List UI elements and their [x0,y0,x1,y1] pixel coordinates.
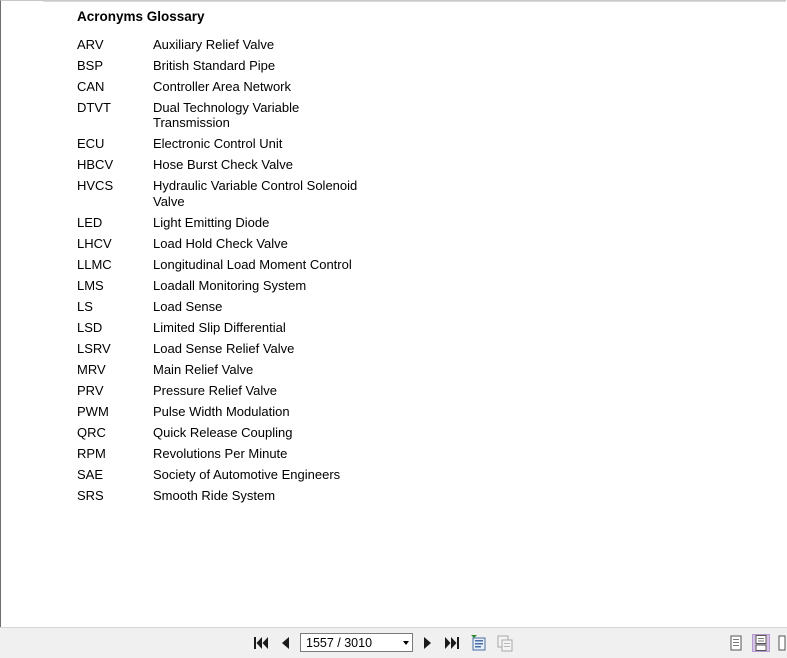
document-page: Acronyms Glossary ARV Auxiliary Relief Va… [0,0,786,627]
acronym-definition: Revolutions Per Minute [153,445,288,461]
go-to-page-icon [471,635,486,651]
last-page-icon [445,637,459,649]
page-top-edge [43,1,786,2]
glossary-row: LSRV Load Sense Relief Valve [77,341,397,356]
acronym-definition: Controller Area Network [153,79,291,94]
acronym-term: DTVT [77,100,111,115]
acronym-term: BSP [77,58,104,73]
acronym-definition: Hose Burst Check Valve [153,157,293,173]
acronym-definition: Loadall Monitoring System [153,277,307,293]
glossary-row: SRS Smooth Ride System [77,488,397,503]
last-page-button[interactable] [443,634,461,652]
acronym-term: LS [77,298,93,314]
acronym-term: CAN [77,79,105,94]
acronym-term: MRV [77,361,106,377]
glossary-row: RPM Revolutions Per Minute [77,446,397,461]
acronym-definition: Load Hold Check Valve [153,235,288,251]
acronym-definition: Longitudinal Load Moment Control [153,256,352,272]
acronym-term: RPM [77,445,106,461]
acronym-term: LED [77,214,103,230]
continuous-view-button[interactable] [752,634,770,652]
single-page-view-button[interactable] [727,634,745,652]
acronym-definition: Light Emitting Diode [153,214,270,230]
copy-page-icon [497,635,513,652]
glossary-title: Acronyms Glossary [77,9,205,24]
acronym-term: HVCS [77,178,114,194]
acronym-definition: Auxiliary Relief Valve [153,37,275,52]
acronym-definition: Electronic Control Unit [153,136,283,152]
glossary-row: MRV Main Relief Valve [77,362,397,377]
glossary-row: PRV Pressure Relief Valve [77,383,397,398]
acronym-definition: Hydraulic Variable Control Solenoid Valv… [153,178,358,209]
acronym-term: LSD [77,319,103,335]
acronym-definition: Quick Release Coupling [153,424,293,440]
acronym-definition: Society of Automotive Engineers [153,466,341,482]
acronym-term: HBCV [77,157,114,173]
acronym-definition: Load Sense Relief Valve [153,340,295,356]
first-page-icon [254,637,268,649]
acronym-term: ECU [77,136,105,152]
acronym-definition: Pulse Width Modulation [153,403,290,419]
glossary-list: ARV Auxiliary Relief Valve BSP British Stan… [77,37,397,509]
glossary-row: LLMC Longitudinal Load Moment Control [77,257,397,272]
previous-page-button[interactable] [276,634,294,652]
next-page-button[interactable] [419,634,437,652]
acronym-definition: Dual Technology Variable Transmission [153,100,300,131]
acronym-definition: Smooth Ride System [153,487,276,503]
glossary-row: LS Load Sense [77,299,397,314]
acronym-term: SRS [77,487,104,503]
glossary-row: SAE Society of Automotive Engineers [77,467,397,482]
acronym-term: SAE [77,466,104,482]
acronym-definition: Main Relief Valve [153,361,254,377]
glossary-row: HVCS Hydraulic Variable Control Solenoid … [77,178,397,209]
glossary-row: QRC Quick Release Coupling [77,425,397,440]
page-number-input[interactable]: 1557 / 3010 [300,633,413,652]
acronym-term: LLMC [77,256,112,272]
glossary-row: HBCV Hose Burst Check Valve [77,157,397,172]
acronym-term: QRC [77,424,106,440]
glossary-row: PWM Pulse Width Modulation [77,404,397,419]
first-page-button[interactable] [252,634,270,652]
document-viewer: Acronyms Glossary ARV Auxiliary Relief Va… [0,0,787,658]
acronym-definition: Limited Slip Differential [153,319,286,335]
glossary-row: CAN Controller Area Network [77,79,397,94]
glossary-row: LMS Loadall Monitoring System [77,278,397,293]
glossary-row: DTVT Dual Technology Variable Transmissio… [77,100,397,131]
page-number-value: 1557 / 3010 [306,635,373,650]
acronym-definition: Load Sense [153,298,223,314]
chevron-down-icon[interactable] [403,641,409,645]
continuous-view-icon [755,635,767,651]
facing-pages-view-icon [778,635,786,651]
copy-page-button[interactable] [496,634,514,652]
glossary-row: ARV Auxiliary Relief Valve [77,37,397,52]
next-page-icon [424,637,431,649]
acronym-definition: British Standard Pipe [153,58,276,73]
glossary-row: LHCV Load Hold Check Valve [77,236,397,251]
previous-page-icon [282,637,289,649]
facing-pages-view-button[interactable] [777,634,787,652]
acronym-term: ARV [77,37,104,52]
glossary-row: ECU Electronic Control Unit [77,136,397,151]
acronym-term: PRV [77,382,104,398]
acronym-term: PWM [77,403,109,419]
acronym-definition: Pressure Relief Valve [153,382,278,398]
navigation-toolbar: 1557 / 3010 [0,627,787,658]
acronym-term: LHCV [77,235,112,251]
glossary-row: LED Light Emitting Diode [77,215,397,230]
acronym-term: LMS [77,277,104,293]
acronym-term: LSRV [77,340,111,356]
single-page-view-icon [730,635,742,651]
go-to-page-button[interactable] [470,634,488,652]
glossary-row: BSP British Standard Pipe [77,58,397,73]
glossary-row: LSD Limited Slip Differential [77,320,397,335]
